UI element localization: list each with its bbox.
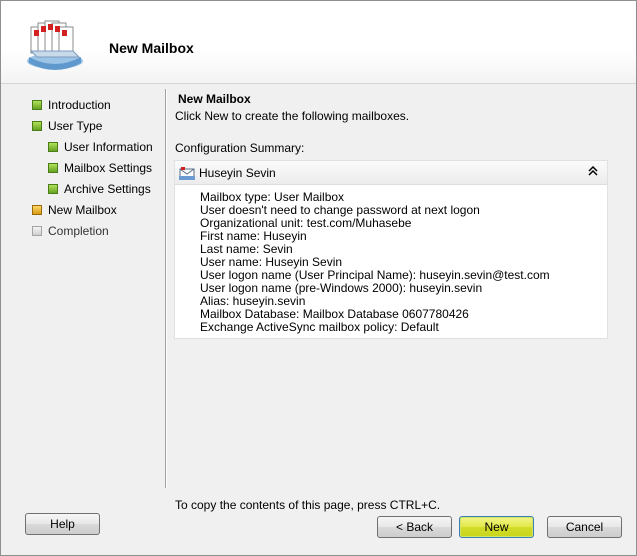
step-archive-settings: Archive Settings — [48, 180, 151, 198]
nav-divider — [165, 89, 167, 488]
step-complete-icon — [48, 163, 58, 173]
step-label: Completion — [48, 224, 109, 238]
summary-details: Mailbox type: User Mailbox User doesn't … — [200, 191, 550, 334]
copy-hint-text: To copy the contents of this page, press… — [175, 498, 441, 512]
step-label: Introduction — [48, 98, 111, 112]
step-complete-icon — [48, 142, 58, 152]
help-button[interactable]: Help — [25, 513, 100, 535]
page-description: Click New to create the following mailbo… — [175, 109, 410, 123]
step-complete-icon — [48, 184, 58, 194]
step-label: New Mailbox — [48, 203, 117, 217]
step-user-information: User Information — [48, 138, 153, 156]
collapse-chevron-icon[interactable] — [587, 165, 599, 180]
configuration-summary-label: Configuration Summary: — [175, 141, 305, 155]
step-new-mailbox: New Mailbox — [32, 201, 117, 219]
new-button[interactable]: New — [459, 516, 534, 538]
summary-line: Exchange ActiveSync mailbox policy: Defa… — [200, 320, 439, 334]
step-label: User Information — [64, 140, 153, 154]
step-pending-icon — [32, 226, 42, 236]
wizard-header: New Mailbox — [1, 1, 636, 83]
step-complete-icon — [32, 100, 42, 110]
mailbox-name: Huseyin Sevin — [199, 165, 276, 180]
step-label: Mailbox Settings — [64, 161, 153, 175]
new-mailbox-wizard: New Mailbox Introduction User Type User … — [0, 0, 637, 556]
step-current-icon — [32, 205, 42, 215]
mailboxes-icon — [27, 20, 83, 70]
summary-section-header[interactable]: Huseyin Sevin — [175, 161, 607, 185]
step-complete-icon — [32, 121, 42, 131]
cancel-button[interactable]: Cancel — [547, 516, 622, 538]
header-divider — [1, 83, 636, 84]
wizard-title: New Mailbox — [109, 40, 194, 56]
step-label: User Type — [48, 119, 103, 133]
step-user-type: User Type — [32, 117, 102, 135]
mailbox-user-icon — [179, 166, 195, 180]
step-mailbox-settings: Mailbox Settings — [48, 159, 152, 177]
back-button[interactable]: < Back — [377, 516, 452, 538]
step-label: Archive Settings — [64, 182, 151, 196]
configuration-summary-panel: Huseyin Sevin Mailbox type: User Mailbox… — [174, 160, 608, 339]
step-completion: Completion — [32, 222, 109, 240]
page-title: New Mailbox — [178, 92, 251, 106]
step-introduction: Introduction — [32, 96, 111, 114]
